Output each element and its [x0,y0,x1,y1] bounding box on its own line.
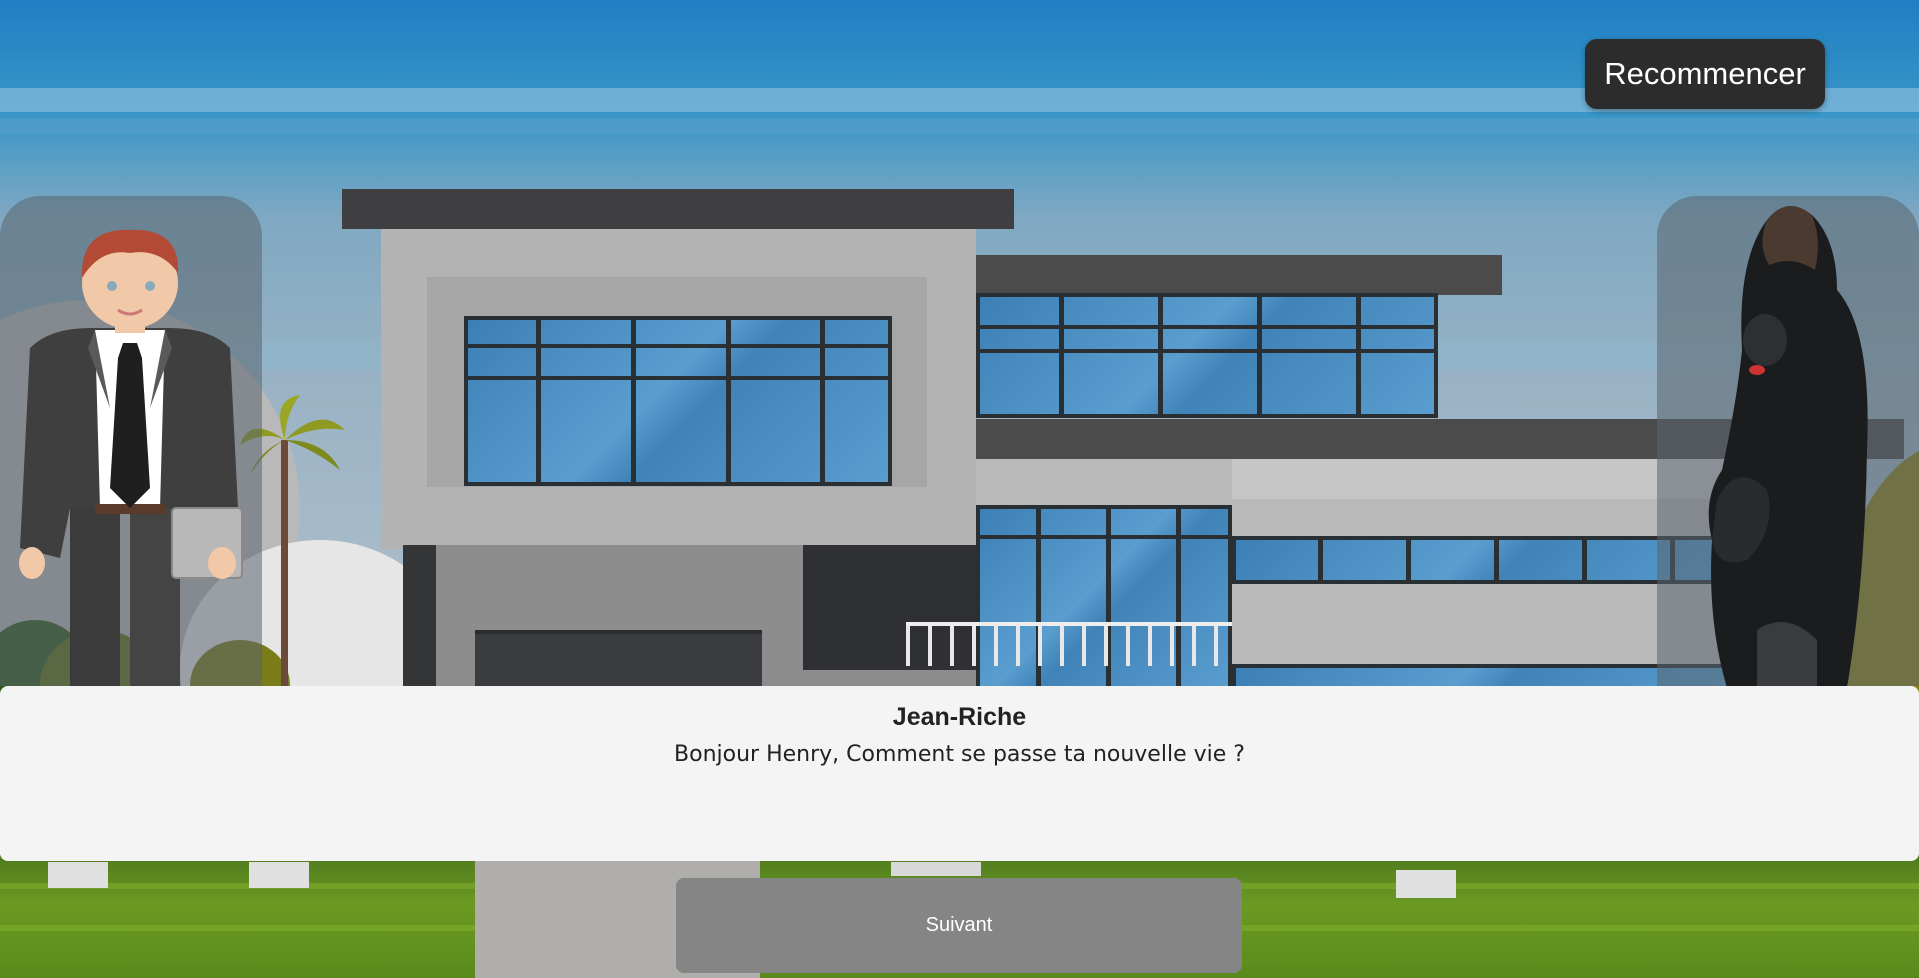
palm-trunk [281,440,288,690]
game-scene: Recommencer Jean-Riche Bonjour Henry, Co… [0,0,1919,978]
next-button[interactable]: Suivant [676,878,1242,973]
roof-left [342,189,1014,229]
planter [891,862,981,876]
planter [48,862,108,888]
planter [1396,870,1456,898]
speaker-name: Jean-Riche [892,703,1027,731]
balcony-rail [906,622,1232,666]
window-upper-left [464,316,892,486]
pillar-dark [403,545,436,690]
dialogue-box: Jean-Riche Bonjour Henry, Comment se pas… [0,686,1919,861]
planter [249,862,309,888]
garage-door [475,630,762,694]
restart-button[interactable]: Recommencer [1585,39,1825,109]
dialogue-text: Bonjour Henry, Comment se passe ta nouve… [674,742,1245,767]
businessman-character [19,229,243,688]
gorilla-character [1708,206,1868,688]
window-upper-right [976,293,1438,418]
roof-right [976,255,1502,295]
sky-stripe [0,118,1919,134]
